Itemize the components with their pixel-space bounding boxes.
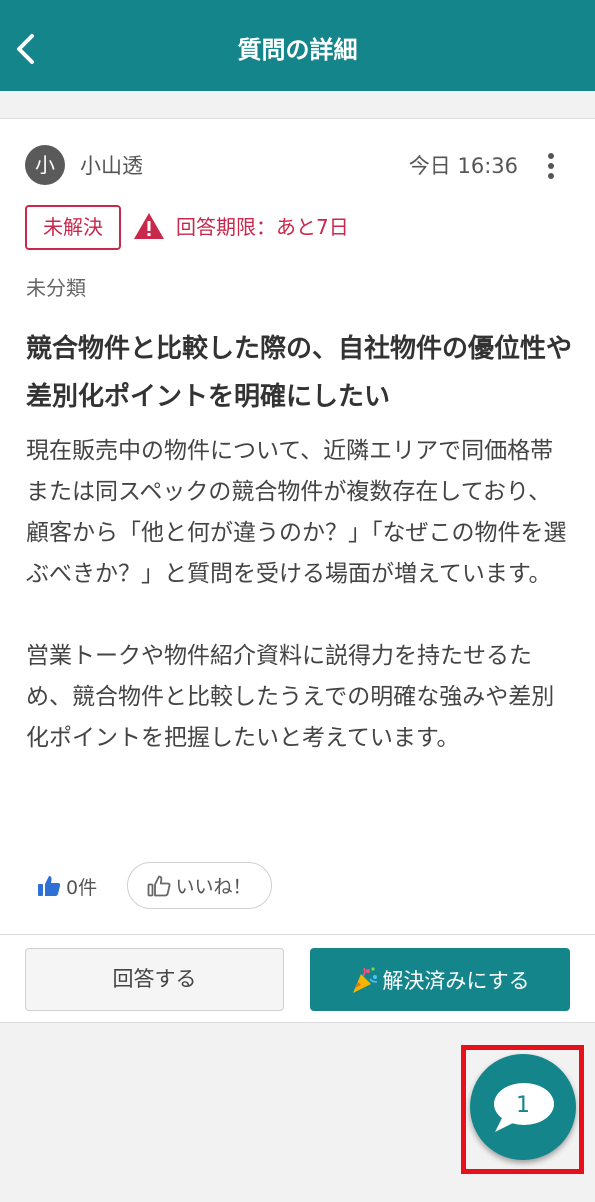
status-badge: 未解決 (25, 205, 121, 250)
page-title: 質問の詳細 (237, 36, 358, 64)
like-button-label: いいね！ (175, 876, 252, 898)
party-popper-icon (353, 966, 378, 993)
thumbs-up-icon (38, 876, 61, 896)
more-options-button[interactable] (539, 151, 563, 181)
question-title: 競合物件と比較した際の、自社物件の優位性や差別化ポイントを明確にしたい (26, 334, 573, 412)
question-card: 小 小山透 今日 16:36 未解決 回答期限：あと7日 未分類 競合物件と比較… (0, 118, 595, 1023)
app-header: 質問の詳細 (0, 0, 595, 91)
resolve-button-label: 解決済みにする (382, 968, 530, 993)
author-name: 小山透 (80, 154, 143, 178)
thumbs-up-outline-icon (148, 875, 171, 896)
warning-icon (134, 213, 164, 239)
like-count-label: 0件 (66, 876, 98, 899)
post-timestamp: 今日 16:36 (408, 154, 518, 178)
resolve-button[interactable]: 解決済みにする (310, 948, 570, 1011)
divider (0, 934, 595, 935)
avatar: 小 (25, 145, 65, 185)
deadline-text: 回答期限：あと7日 (176, 215, 349, 239)
like-button[interactable]: いいね！ (127, 862, 272, 909)
category-label: 未分類 (26, 276, 86, 300)
answer-button[interactable]: 回答する (25, 948, 284, 1011)
like-count: 0件 (37, 873, 97, 899)
answers-fab[interactable]: 1 (470, 1054, 576, 1160)
fab-count: 1 (516, 1093, 530, 1118)
question-body: 現在販売中の物件について、近隣エリアで同価格帯または同スペックの競合物件が複数存… (26, 438, 567, 751)
more-vertical-icon (548, 153, 554, 179)
